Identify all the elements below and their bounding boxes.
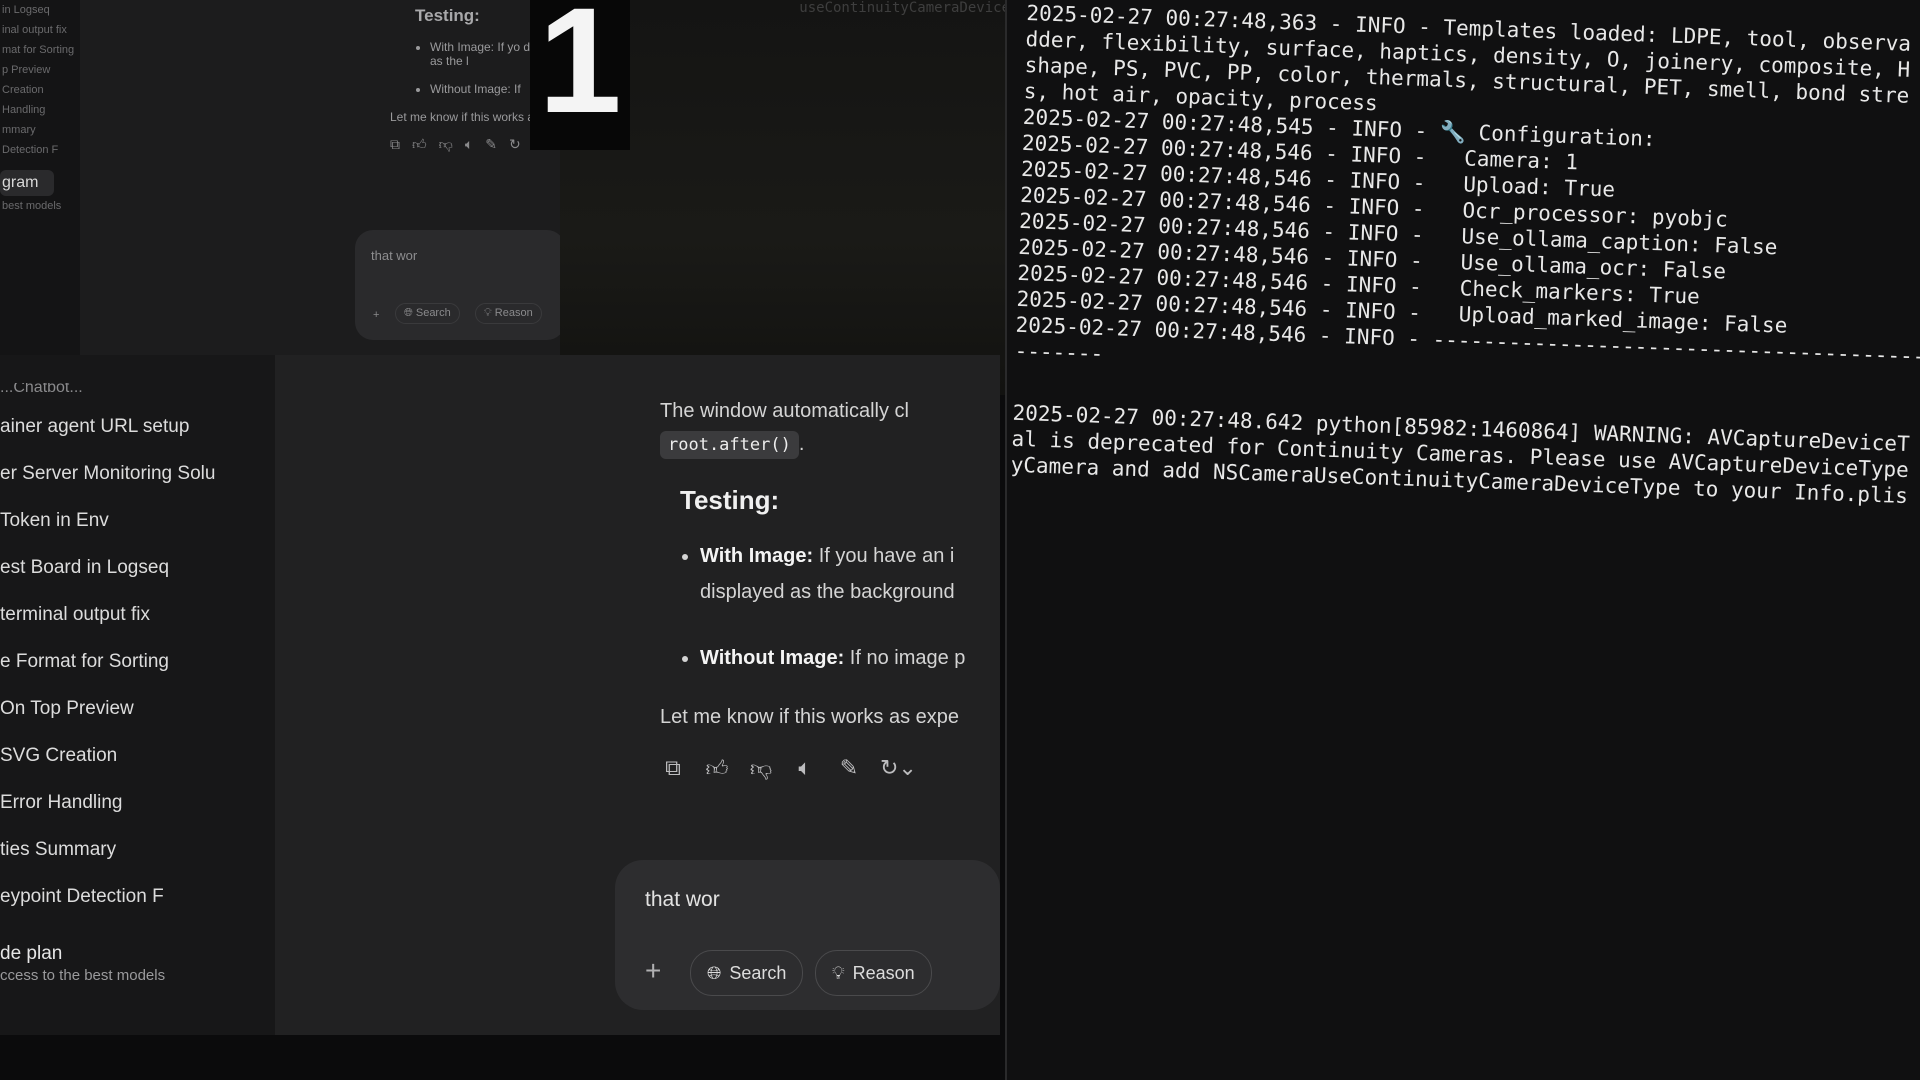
- code-suffix: .: [798, 433, 805, 455]
- message-heading: Testing:: [680, 485, 780, 515]
- plus-icon[interactable]: +: [365, 306, 387, 324]
- sidebar-item-partial[interactable]: ...Chatbot...: [0, 383, 265, 403]
- mini-reason-label: Reason: [494, 307, 533, 319]
- upgrade-plan-title: de plan: [0, 943, 63, 964]
- message-confirm-text: Let me know if this works as expe: [660, 706, 960, 728]
- background-gap: useContinuityCameraDevice: [560, 0, 1030, 395]
- sidebar-item[interactable]: Error Handling: [0, 779, 265, 826]
- list-item-text: If you have an i: [813, 545, 955, 567]
- copy-icon[interactable]: ⧉: [390, 136, 400, 153]
- reason-label: Reason: [852, 962, 915, 983]
- edit-icon[interactable]: ✎: [836, 755, 862, 782]
- lightbulb-icon: 💡︎: [832, 962, 845, 983]
- list-item-text: If no image p: [844, 647, 966, 669]
- message-actions: ⧉ 👍︎ 👎︎ 🔈︎ ✎ ↻⌄: [660, 755, 1000, 782]
- copy-icon[interactable]: ⧉: [660, 755, 686, 782]
- sidebar-item[interactable]: terminal output fix: [0, 591, 265, 638]
- mini-sidebar-item[interactable]: mat for Sorting: [0, 40, 80, 60]
- mini-composer[interactable]: that wor + 🌐︎ Search 💡︎ Reason: [355, 230, 565, 340]
- mini-sidebar-item[interactable]: Creation: [0, 80, 80, 100]
- sidebar-item[interactable]: ties Summary: [0, 826, 265, 873]
- sidebar-item[interactable]: est Board in Logseq: [0, 544, 265, 591]
- search-button[interactable]: 🌐︎ Search: [690, 950, 804, 996]
- sidebar-item[interactable]: e Format for Sorting: [0, 638, 265, 685]
- list-item-bold: With Image:: [700, 545, 814, 567]
- mini-sidebar-item[interactable]: in Logseq: [0, 0, 80, 20]
- list-item-text: displayed as the background: [700, 581, 955, 603]
- sidebar: ...Chatbot... ainer agent URL setup er S…: [0, 355, 275, 1035]
- mini-search-label: Search: [415, 307, 451, 319]
- thumbs-down-icon[interactable]: 👎︎: [439, 136, 453, 153]
- sidebar-item[interactable]: ainer agent URL setup: [0, 403, 265, 450]
- search-label: Search: [729, 962, 787, 983]
- message-list: With Image: If you have an i displayed a…: [660, 538, 1000, 676]
- thumbs-down-icon[interactable]: 👎︎: [748, 755, 774, 782]
- terminal-window[interactable]: 2025-02-27 00:27:48,363 - INFO - Templat…: [1005, 0, 1920, 1080]
- regenerate-icon[interactable]: ↻⌄: [880, 755, 917, 782]
- faint-terminal-text: useContinuityCameraDevice: [799, 0, 1010, 16]
- mini-search-button[interactable]: 🌐︎ Search: [395, 303, 460, 324]
- mirrored-chat-window: in Logseq inal output fix mat for Sortin…: [0, 0, 570, 360]
- thumbs-up-icon[interactable]: 👍︎: [704, 755, 730, 782]
- composer-input[interactable]: that wor: [645, 888, 720, 912]
- inline-code: root.after(): [660, 431, 799, 459]
- mini-composer-input[interactable]: that wor: [371, 248, 417, 263]
- mini-sidebar: in Logseq inal output fix mat for Sortin…: [0, 0, 80, 360]
- thumbs-up-icon[interactable]: 👍︎: [412, 136, 427, 153]
- chat-window: ...Chatbot... ainer agent URL setup er S…: [0, 355, 1000, 1035]
- speaker-icon[interactable]: 🔈︎: [792, 755, 818, 782]
- mini-sidebar-item[interactable]: inal output fix: [0, 20, 80, 40]
- list-item: Without Image: If no image p: [700, 640, 1000, 676]
- mini-sidebar-item[interactable]: Handling: [0, 100, 80, 120]
- list-item-bold: Without Image:: [700, 647, 845, 669]
- sidebar-item[interactable]: On Top Preview: [0, 685, 265, 732]
- desktop-number-badge: 1: [530, 0, 630, 150]
- list-item: With Image: If you have an i displayed a…: [700, 538, 1000, 610]
- mini-sidebar-item-active[interactable]: gram: [0, 170, 54, 196]
- sidebar-item[interactable]: Token in Env: [0, 497, 265, 544]
- mini-sidebar-item[interactable]: p Preview: [0, 60, 80, 80]
- speaker-icon[interactable]: 🔈︎: [465, 136, 473, 153]
- mini-sidebar-item[interactable]: Detection F: [0, 140, 80, 160]
- globe-icon: 🌐︎: [707, 962, 722, 983]
- sidebar-item[interactable]: er Server Monitoring Solu: [0, 450, 265, 497]
- reason-button[interactable]: 💡︎ Reason: [815, 950, 932, 996]
- sidebar-item[interactable]: SVG Creation: [0, 732, 265, 779]
- assistant-message: The window automatically cl root.after()…: [660, 400, 1000, 782]
- message-text: The window automatically cl: [660, 400, 909, 422]
- upgrade-plan-button[interactable]: de plan ccess to the best models: [0, 943, 165, 984]
- mini-sidebar-footer: best models: [2, 200, 62, 212]
- upgrade-plan-subtitle: ccess to the best models: [0, 967, 166, 984]
- mini-reason-button[interactable]: 💡︎ Reason: [475, 303, 542, 324]
- message-composer: that wor + 🌐︎ Search 💡︎ Reason: [615, 860, 1000, 1010]
- sidebar-item[interactable]: eypoint Detection F: [0, 873, 265, 920]
- conversation-list: ...Chatbot... ainer agent URL setup er S…: [0, 383, 265, 920]
- plus-icon[interactable]: +: [645, 955, 661, 987]
- regenerate-icon[interactable]: ↻: [509, 136, 521, 153]
- edit-icon[interactable]: ✎: [485, 136, 497, 153]
- mini-sidebar-item[interactable]: mmary: [0, 120, 80, 140]
- terminal-output: 2025-02-27 00:27:48,363 - INFO - Templat…: [1010, 0, 1920, 548]
